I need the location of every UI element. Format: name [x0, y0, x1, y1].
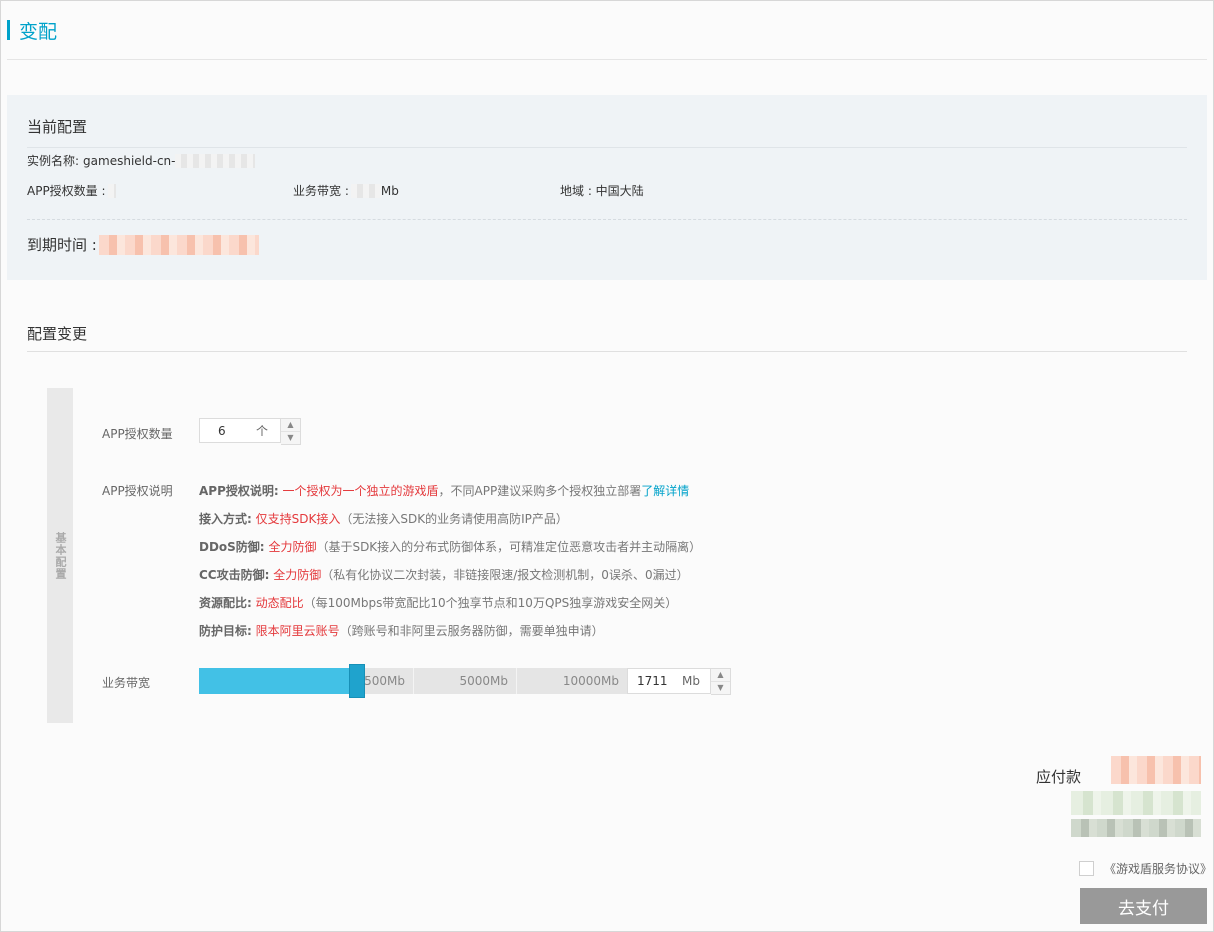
- desc-line: 接入方式: 仅支持SDK接入（无法接入SDK的业务请使用高防IP产品）: [199, 510, 701, 538]
- dashed-divider: [27, 219, 1187, 220]
- app-desc-block: APP授权说明: 一个授权为一个独立的游戏盾，不同APP建议采购多个授权独立部署…: [199, 482, 701, 650]
- expire-row: 到期时间 :: [27, 234, 259, 255]
- bandwidth-redacted: [350, 183, 381, 198]
- app-count-label: APP授权数量 :: [27, 184, 106, 198]
- expire-label: 到期时间 :: [27, 236, 97, 254]
- title-accent-bar: [7, 20, 10, 40]
- panel-divider: [27, 147, 1187, 148]
- app-count-field-label: APP授权数量: [102, 427, 173, 441]
- instance-id-redacted: [175, 153, 256, 168]
- app-count-value: 6: [218, 423, 226, 438]
- desc-note: ，不同APP建议采购多个授权独立部署: [438, 484, 642, 498]
- slider-tick-10000: 10000Mb: [516, 668, 627, 694]
- app-count-spin: ▲ ▼: [281, 418, 301, 445]
- desc-key: DDoS防御:: [199, 540, 265, 554]
- agreement-row: 《游戏盾服务协议》: [1079, 860, 1212, 877]
- instance-name-row: 实例名称: gameshield-cn-: [27, 152, 256, 169]
- desc-note: （基于SDK接入的分布式防御体系，可精准定位恶意攻击者并主动隔离）: [316, 540, 702, 554]
- region-label: 地域 : 中国大陆: [560, 184, 644, 198]
- bandwidth-value: 1711: [637, 674, 668, 688]
- price-redacted: [1111, 756, 1201, 784]
- bandwidth-unit: Mb: [380, 183, 399, 198]
- pay-button[interactable]: 去支付: [1080, 888, 1207, 924]
- slider-tick-5000: 5000Mb: [413, 668, 516, 694]
- desc-note: （无法接入SDK的业务请使用高防IP产品）: [340, 512, 568, 526]
- current-config-panel: 当前配置 实例名称: gameshield-cn- APP授权数量 : 业务带宽…: [7, 95, 1207, 280]
- desc-key: 防护目标:: [199, 624, 252, 638]
- triangle-down-icon[interactable]: ▼: [281, 431, 300, 444]
- desc-line: 资源配比: 动态配比（每100Mbps带宽配比10个独享节点和10万QPS独享游…: [199, 594, 701, 622]
- app-count-redacted: [107, 183, 116, 198]
- side-tab-basic[interactable]: 基本配置: [47, 388, 73, 723]
- slider-tick-2500: 2500Mb: [356, 674, 405, 688]
- desc-note: （跨账号和非阿里云服务器防御，需要单独申请）: [339, 624, 604, 638]
- page-title: 变配: [19, 20, 58, 43]
- triangle-up-icon[interactable]: ▲: [711, 669, 730, 681]
- desc-highlight: 限本阿里云账号: [255, 624, 340, 638]
- expire-date-redacted: [98, 234, 259, 255]
- title-divider: [7, 59, 1207, 60]
- current-config-heading: 当前配置: [27, 118, 88, 136]
- bandwidth-info: 业务带宽 : Mb: [293, 182, 399, 199]
- desc-highlight: 全力防御: [268, 540, 317, 554]
- desc-key: APP授权说明:: [199, 484, 279, 498]
- desc-note: （每100Mbps带宽配比10个独享节点和10万QPS独享游戏安全网关）: [303, 596, 678, 610]
- desc-key: CC攻击防御:: [199, 568, 270, 582]
- change-divider: [27, 351, 1187, 352]
- desc-line: 防护目标: 限本阿里云账号（跨账号和非阿里云服务器防御，需要单独申请）: [199, 622, 701, 650]
- side-tab-label: 基本配置: [54, 531, 67, 580]
- change-config-heading: 配置变更: [27, 325, 88, 343]
- triangle-up-icon[interactable]: ▲: [281, 419, 300, 431]
- triangle-down-icon[interactable]: ▼: [711, 681, 730, 694]
- bandwidth-input[interactable]: 1711 Mb: [627, 668, 711, 694]
- app-count-info: APP授权数量 :: [27, 182, 116, 199]
- desc-note: （私有化协议二次封装，非链接限速/报文检测机制，0误杀、0漏过）: [321, 568, 689, 582]
- desc-key: 接入方式:: [199, 512, 252, 526]
- desc-key: 资源配比:: [199, 596, 252, 610]
- learn-more-link[interactable]: 了解详情: [641, 484, 689, 498]
- slider-handle[interactable]: [349, 664, 366, 698]
- page-header: 变配: [7, 18, 58, 43]
- bandwidth-input-unit: Mb: [682, 674, 700, 688]
- agreement-link[interactable]: 《游戏盾服务协议》: [1104, 860, 1212, 877]
- desc-highlight: 动态配比: [255, 596, 304, 610]
- desc-highlight: 全力防御: [273, 568, 322, 582]
- agreement-checkbox[interactable]: [1079, 861, 1094, 876]
- bandwidth-spin: ▲ ▼: [711, 668, 731, 695]
- app-desc-field-label: APP授权说明: [102, 484, 173, 498]
- bandwidth-field-label: 业务带宽: [102, 676, 151, 690]
- payable-label: 应付款: [1036, 768, 1082, 786]
- instance-name-label: 实例名称:: [27, 154, 80, 168]
- region-info: 地域 : 中国大陆: [560, 182, 644, 199]
- app-count-unit: 个: [255, 424, 268, 438]
- desc-highlight: 一个授权为一个独立的游戏盾: [282, 484, 439, 498]
- app-count-stepper: 6 个 ▲ ▼: [199, 418, 301, 445]
- instance-name-prefix: gameshield-cn-: [83, 153, 176, 168]
- desc-line: CC攻击防御: 全力防御（私有化协议二次封装，非链接限速/报文检测机制，0误杀、…: [199, 566, 701, 594]
- price-detail-redacted: [1071, 791, 1201, 815]
- desc-line: APP授权说明: 一个授权为一个独立的游戏盾，不同APP建议采购多个授权独立部署…: [199, 482, 701, 510]
- desc-line: DDoS防御: 全力防御（基于SDK接入的分布式防御体系，可精准定位恶意攻击者并…: [199, 538, 701, 566]
- discount-redacted: [1071, 819, 1201, 837]
- app-count-input[interactable]: 6 个: [199, 418, 281, 443]
- bandwidth-slider[interactable]: 2500Mb 5000Mb 10000Mb: [199, 664, 627, 698]
- desc-highlight: 仅支持SDK接入: [255, 512, 341, 526]
- bandwidth-label: 业务带宽 :: [293, 184, 349, 198]
